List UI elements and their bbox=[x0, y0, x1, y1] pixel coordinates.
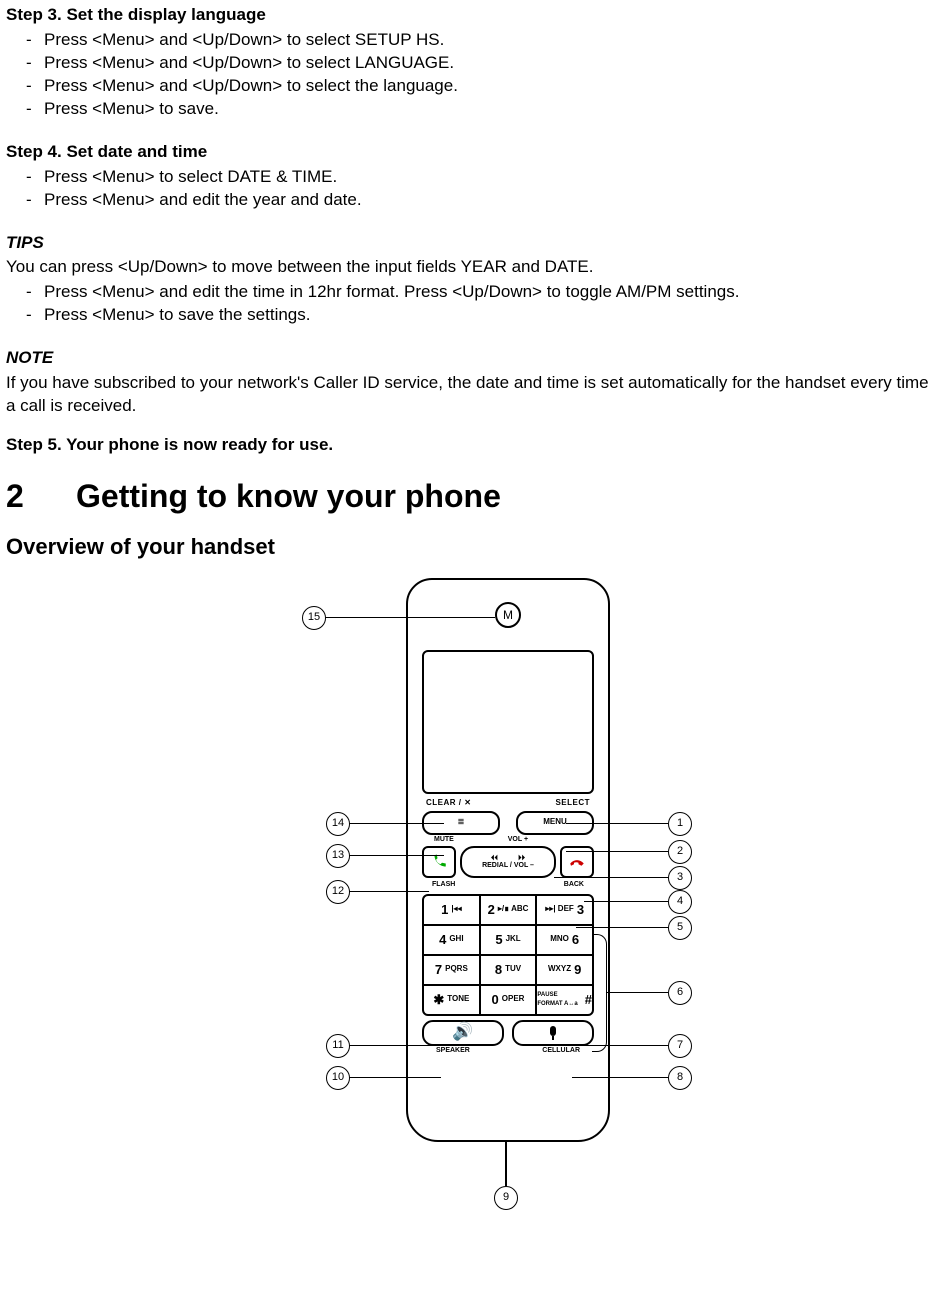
list-item: Press <Menu> to select DATE & TIME. bbox=[8, 166, 941, 189]
list-item: Press <Menu> and edit the year and date. bbox=[8, 189, 941, 212]
callout-12: 12 bbox=[326, 880, 350, 904]
key-hash: PAUSE FORMAT A↔a# bbox=[535, 986, 592, 1014]
callout-2: 2 bbox=[668, 840, 692, 864]
phone-screen bbox=[422, 650, 594, 794]
note-text: If you have subscribed to your network's… bbox=[6, 372, 941, 418]
vol-plus-label: VOL + bbox=[508, 835, 528, 844]
callout-6: 6 bbox=[668, 981, 692, 1005]
step3-title: Step 3. Set the display language bbox=[6, 4, 941, 27]
key-7: 7PQRS bbox=[424, 956, 479, 984]
mute-label: MUTE bbox=[434, 835, 454, 844]
section-number: 2 bbox=[6, 475, 76, 518]
tips-intro: You can press <Up/Down> to move between … bbox=[6, 256, 941, 279]
nav-pad: ⏴⏴⏵⏵ REDIAL / VOL – bbox=[460, 846, 556, 878]
list-item: Press <Menu> to save the settings. bbox=[8, 304, 941, 327]
cellular-button bbox=[512, 1020, 594, 1046]
list-item: Press <Menu> and <Up/Down> to select LAN… bbox=[8, 52, 941, 75]
note-title: NOTE bbox=[6, 347, 941, 370]
list-item: Press <Menu> and <Up/Down> to select the… bbox=[8, 75, 941, 98]
key-6: MNO6 bbox=[535, 926, 592, 954]
cellular-icon bbox=[548, 1026, 558, 1040]
phone-end-icon bbox=[568, 853, 586, 871]
step4-title: Step 4. Set date and time bbox=[6, 141, 941, 164]
step5-title: Step 5. Your phone is now ready for use. bbox=[6, 434, 941, 457]
key-star: ✱TONE bbox=[424, 986, 479, 1014]
overview-heading: Overview of your handset bbox=[6, 532, 941, 562]
flash-label: FLASH bbox=[432, 880, 455, 889]
keypad: 1|◂◂ 2▸/∎ ABC ▸▸| DEF3 4GHI 5JKL MNO6 7P… bbox=[422, 894, 594, 1016]
key-8: 8TUV bbox=[479, 956, 536, 984]
key-5: 5JKL bbox=[479, 926, 536, 954]
callout-11: 11 bbox=[326, 1034, 350, 1058]
tips-list: Press <Menu> and edit the time in 12hr f… bbox=[6, 281, 941, 327]
handset-diagram: M CLEAR / ✕ SELECT ≣ MENU MUTE VOL + ⏴⏴⏵… bbox=[6, 568, 947, 1208]
back-label: BACK bbox=[564, 880, 584, 889]
callout-5: 5 bbox=[668, 916, 692, 940]
softkey-right-top-label: SELECT bbox=[555, 798, 590, 809]
list-item: Press <Menu> and <Up/Down> to select SET… bbox=[8, 29, 941, 52]
key-4: 4GHI bbox=[424, 926, 479, 954]
list-item: Press <Menu> to save. bbox=[8, 98, 941, 121]
section-heading: 2Getting to know your phone bbox=[6, 475, 941, 518]
key-1: 1|◂◂ bbox=[424, 896, 479, 924]
callout-3: 3 bbox=[668, 866, 692, 890]
callout-1: 1 bbox=[668, 812, 692, 836]
callout-14: 14 bbox=[326, 812, 350, 836]
key-3: ▸▸| DEF3 bbox=[535, 896, 592, 924]
list-item: Press <Menu> and edit the time in 12hr f… bbox=[8, 281, 941, 304]
callout-15: 15 bbox=[302, 606, 326, 630]
callout-9: 9 bbox=[494, 1186, 518, 1210]
tips-title: TIPS bbox=[6, 232, 941, 255]
speaker-label: SPEAKER bbox=[436, 1046, 470, 1055]
step4-list: Press <Menu> to select DATE & TIME. Pres… bbox=[6, 166, 941, 212]
logo-icon: M bbox=[495, 602, 521, 628]
callout-10: 10 bbox=[326, 1066, 350, 1090]
callout-8: 8 bbox=[668, 1066, 692, 1090]
talk-button bbox=[422, 846, 456, 878]
callout-13: 13 bbox=[326, 844, 350, 868]
speaker-icon: 🔊 bbox=[452, 1021, 473, 1044]
speaker-button: 🔊 bbox=[422, 1020, 504, 1046]
callout-7: 7 bbox=[668, 1034, 692, 1058]
phone-outline: M CLEAR / ✕ SELECT ≣ MENU MUTE VOL + ⏴⏴⏵… bbox=[406, 578, 610, 1142]
step3-list: Press <Menu> and <Up/Down> to select SET… bbox=[6, 29, 941, 121]
key-0: 0OPER bbox=[479, 986, 536, 1014]
section-title: Getting to know your phone bbox=[76, 478, 501, 514]
key-2: 2▸/∎ ABC bbox=[479, 896, 536, 924]
callout-4: 4 bbox=[668, 890, 692, 914]
key-9: WXYZ9 bbox=[535, 956, 592, 984]
softkey-left-top-label: CLEAR / ✕ bbox=[426, 798, 471, 809]
cellular-label: CELLULAR bbox=[542, 1046, 580, 1055]
